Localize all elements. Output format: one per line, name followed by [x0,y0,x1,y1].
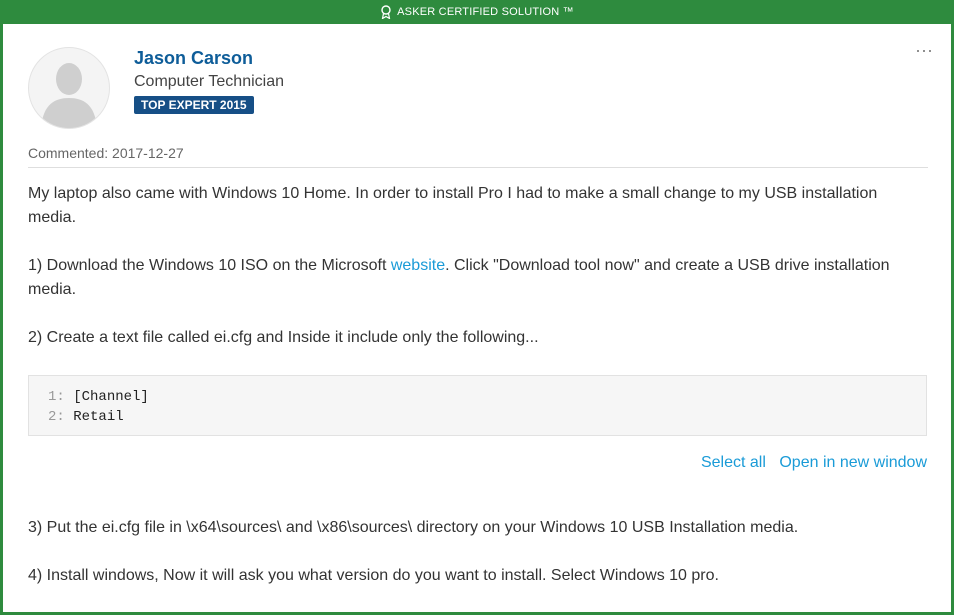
paragraph-intro: My laptop also came with Windows 10 Home… [28,185,878,226]
step-1-text: 1) Download the Windows 10 ISO on the Mi… [28,257,391,274]
more-options-icon[interactable]: ⋯ [915,41,934,62]
code-text: Retail [73,409,124,425]
avatar[interactable] [28,47,110,129]
author-name[interactable]: Jason Carson [134,48,253,69]
paragraph-step-1: 1) Download the Windows 10 ISO on the Mi… [28,254,918,302]
code-actions: Select all Open in new window [692,454,927,472]
code-line: 2: Retail [29,407,926,427]
paragraph-step-2: 2) Create a text file called ei.cfg and … [28,329,539,346]
ribbon-icon [381,5,391,19]
expert-badge: TOP EXPERT 2015 [134,96,254,114]
select-all-link[interactable]: Select all [701,454,766,471]
comment-date: Commented: 2017-12-27 [28,145,184,161]
website-link[interactable]: website [391,257,445,274]
user-silhouette-icon [41,63,97,128]
certified-banner: ASKER CERTIFIED SOLUTION ™ [0,0,954,24]
author-title: Computer Technician [134,73,285,90]
code-block[interactable]: 1: [Channel] 2: Retail [28,375,927,436]
line-number: 1: [48,389,65,405]
banner-label: ASKER CERTIFIED SOLUTION ™ [397,6,574,18]
code-line: 1: [Channel] [29,387,926,407]
code-text: [Channel] [73,389,149,405]
paragraph-step-4: 4) Install windows, Now it will ask you … [28,567,719,584]
paragraph-step-3: 3) Put the ei.cfg file in \x64\sources\ … [28,519,799,536]
divider [28,167,928,168]
open-new-window-link[interactable]: Open in new window [779,454,927,471]
line-number: 2: [48,409,65,425]
